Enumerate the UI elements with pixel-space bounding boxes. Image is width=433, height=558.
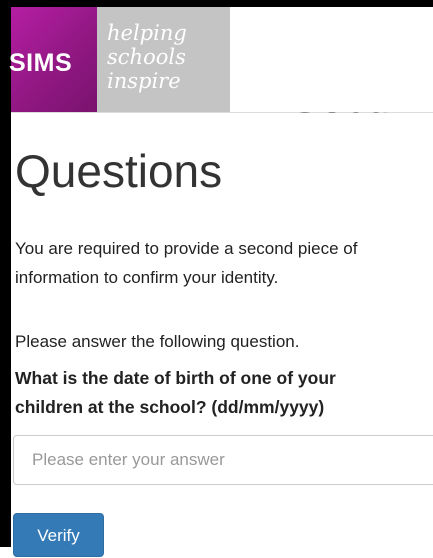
page-title: Questions bbox=[15, 145, 223, 197]
question-label: What is the date of birth of one of your… bbox=[15, 364, 336, 422]
intro-line: You are required to provide a second pie… bbox=[15, 239, 358, 258]
intro-line: information to confirm your identity. bbox=[15, 268, 279, 287]
site-header: SIMS helping schools inspire bbox=[9, 7, 433, 113]
question-line: What is the date of birth of one of your bbox=[15, 368, 336, 388]
tagline-logo: helping schools inspire bbox=[97, 7, 230, 112]
question-line: children at the school? (dd/mm/yyyy) bbox=[15, 397, 325, 417]
partial-heading: Security bbox=[290, 112, 390, 120]
verify-button[interactable]: Verify bbox=[13, 513, 104, 557]
instruction-text: Please answer the following question. bbox=[15, 332, 300, 351]
tagline-line: helping bbox=[107, 21, 187, 45]
tagline-line: schools bbox=[107, 45, 186, 69]
partial-heading-text: Security bbox=[290, 112, 390, 120]
tagline-line: inspire bbox=[107, 69, 181, 93]
intro-text: You are required to provide a second pie… bbox=[15, 234, 433, 292]
answer-input[interactable] bbox=[13, 435, 433, 485]
screen-frame-top bbox=[0, 0, 433, 7]
sims-logo[interactable]: SIMS bbox=[9, 7, 97, 112]
screen-frame-left bbox=[0, 0, 11, 547]
logo-text: SIMS bbox=[9, 49, 73, 77]
